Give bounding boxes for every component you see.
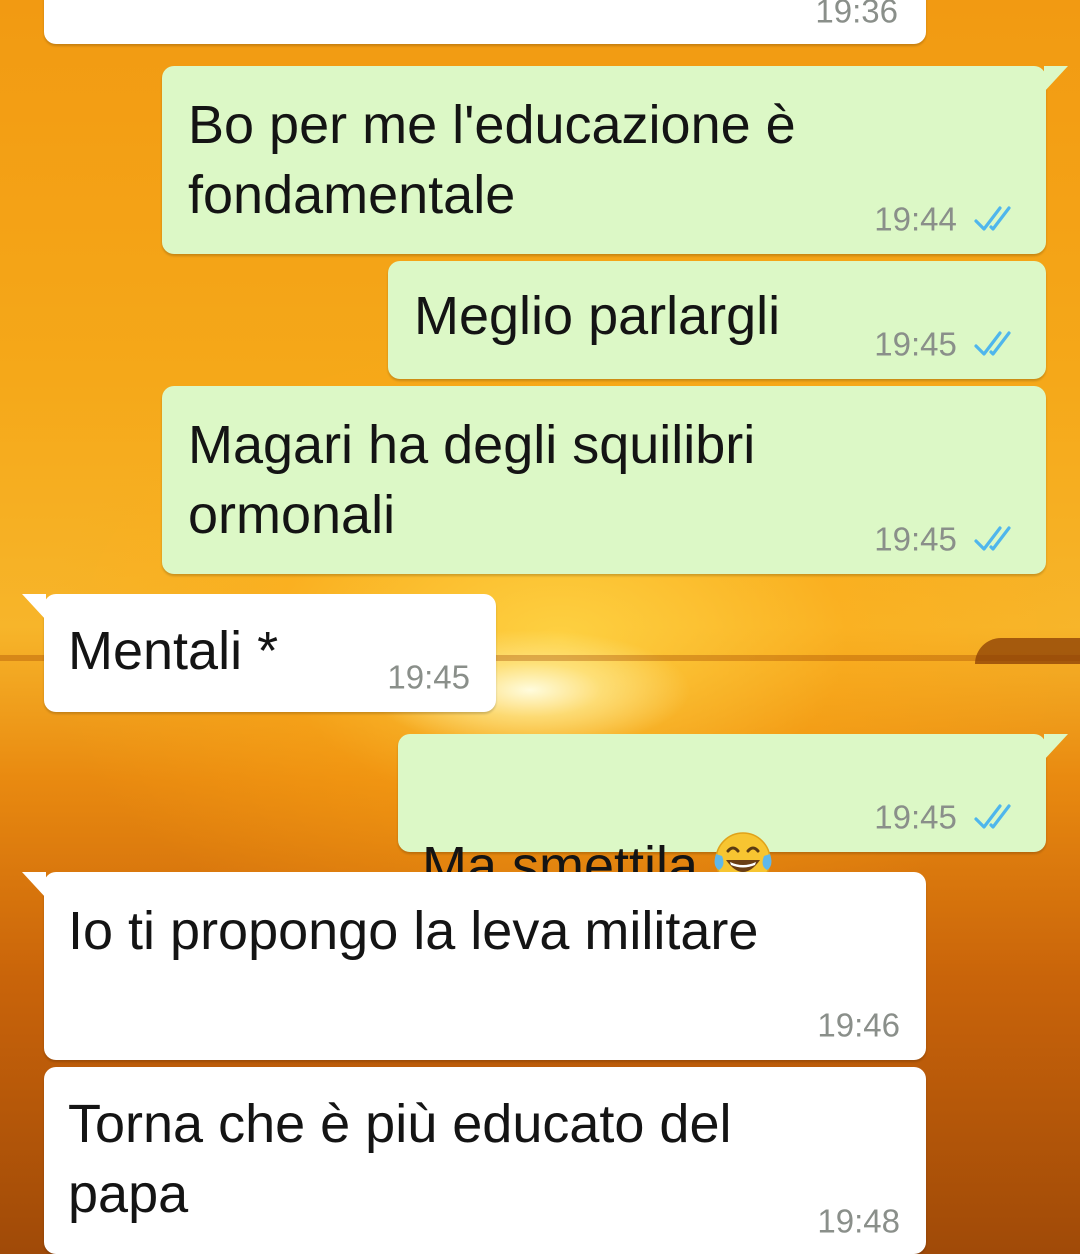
message-text: Torna che è più educato del papa: [68, 1094, 732, 1224]
message-text: Io ti propongo la leva militare: [68, 901, 759, 961]
message-bubble-outgoing[interactable]: Magari ha degli squilibri ormonali 19:45: [162, 386, 1046, 574]
message-timestamp: 19:45: [387, 658, 470, 695]
distant-headland: [975, 638, 1080, 664]
message-text: Meglio parlargli: [414, 286, 781, 346]
message-bubble-incoming[interactable]: 19:36: [44, 0, 926, 44]
message-text: Magari ha degli squilibri ormonali: [188, 415, 756, 545]
message-bubble-outgoing[interactable]: Ma smettila 19:45: [398, 734, 1068, 896]
read-receipt-double-check-icon: [974, 331, 1011, 356]
message-timestamp: 19:45: [874, 796, 1020, 836]
message-text: Bo per me l'educazione è fondamentale: [188, 95, 796, 225]
message-timestamp: 19:46: [817, 1006, 900, 1043]
read-receipt-double-check-icon: [974, 804, 1011, 829]
message-bubble-outgoing[interactable]: Meglio parlargli 19:45: [388, 261, 1046, 379]
message-timestamp: 19:45: [874, 518, 1020, 558]
message-text: Mentali *: [68, 621, 279, 681]
message-bubble-incoming[interactable]: Torna che è più educato del papa 19:48: [44, 1067, 926, 1254]
message-bubble-incoming[interactable]: Io ti propongo la leva militare 19:46: [22, 872, 926, 1060]
message-timestamp: 19:36: [815, 0, 898, 29]
message-timestamp: 19:44: [874, 198, 1020, 238]
read-receipt-double-check-icon: [974, 206, 1011, 231]
message-timestamp: 19:48: [817, 1202, 900, 1239]
message-bubble-outgoing[interactable]: Bo per me l'educazione è fondamentale 19…: [162, 66, 1068, 254]
read-receipt-double-check-icon: [974, 526, 1011, 551]
message-bubble-incoming[interactable]: Mentali * 19:45: [22, 594, 496, 712]
message-timestamp: 19:45: [874, 323, 1020, 363]
